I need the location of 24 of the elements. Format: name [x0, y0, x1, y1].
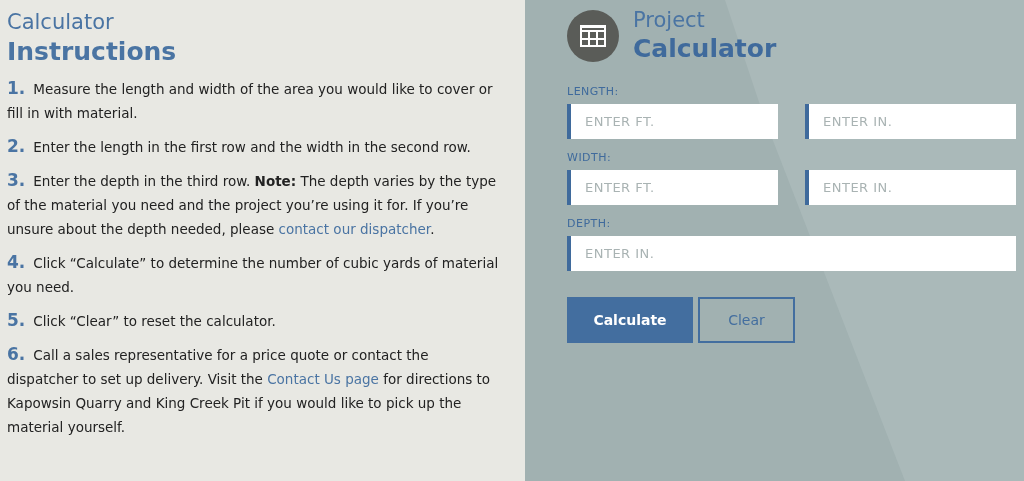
- field-label: WIDTH:: [567, 151, 613, 165]
- instruction-step: 6. Call a sales representative for a price quote or contact the dispatcher to set up delivery. Visit the Contact Us page for directions to Kapowsin Quarry and King Creek Pit if you would like to pick up the material yourself.: [7, 342, 499, 439]
- clear-button[interactable]: Clear: [698, 297, 795, 343]
- input-field[interactable]: ENTER FT.: [567, 170, 778, 205]
- field-label: LENGTH:: [567, 85, 620, 99]
- input-field[interactable]: ENTER FT.: [567, 104, 778, 139]
- calculate-button[interactable]: Calculate: [567, 297, 693, 343]
- input-field[interactable]: ENTER IN.: [805, 170, 1016, 205]
- instruction-step: 4. Click “Calculate” to determine the number of cubic yards of material you need.: [7, 250, 499, 299]
- input-field[interactable]: ENTER IN.: [567, 236, 1016, 271]
- instruction-step: 1. Measure the length and width of the area you would like to cover or fill in with material.: [7, 76, 499, 125]
- section-subtitle: Calculator: [7, 9, 115, 36]
- section-title: Instructions: [7, 36, 178, 68]
- instruction-step: 2. Enter the length in the first row and the width in the second row.: [7, 134, 499, 159]
- input-field[interactable]: ENTER IN.: [805, 104, 1016, 139]
- calculator-icon: [567, 10, 619, 62]
- field-label: DEPTH:: [567, 217, 612, 231]
- instruction-step: 3. Enter the depth in the third row. Note: The depth varies by the type of the material you need and the project you’re using it for. If you’re unsure about the depth needed, please contact our dispatcher.: [7, 168, 499, 241]
- text-link[interactable]: Contact Us page: [267, 371, 379, 387]
- panel-subtitle: Project: [633, 7, 706, 33]
- text-link[interactable]: contact our: [278, 221, 356, 237]
- panel-title: Calculator: [633, 33, 777, 65]
- instruction-step: 5. Click “Clear” to reset the calculator.: [7, 308, 499, 333]
- text-link[interactable]: dispatcher: [360, 221, 431, 237]
